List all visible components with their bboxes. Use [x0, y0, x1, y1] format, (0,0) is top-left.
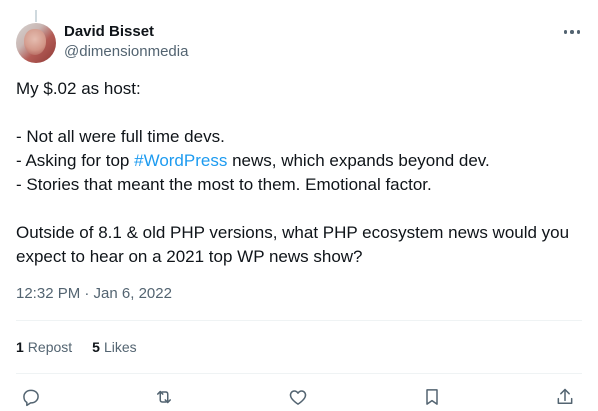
heart-icon: [289, 390, 307, 405]
more-horizontal-icon: [563, 30, 568, 34]
more-dot-3: [576, 30, 581, 34]
avatar[interactable]: [16, 23, 56, 63]
like-button[interactable]: [286, 385, 310, 409]
tweet-stats: 1 Repost 5 Likes: [16, 338, 157, 356]
more-options-button[interactable]: [560, 22, 584, 42]
share-button[interactable]: [553, 385, 577, 409]
divider-bottom: [16, 373, 582, 374]
likes-label: Likes: [103, 339, 137, 355]
reply-button[interactable]: [19, 385, 43, 409]
author-name[interactable]: David Bisset: [64, 23, 154, 41]
reposts-count: 1: [16, 339, 24, 355]
repost-icon: [157, 390, 171, 404]
bookmark-button[interactable]: [420, 385, 444, 409]
thread-connector-line: [35, 10, 37, 22]
tweet-text: My $.02 as host: - Not all were full tim…: [16, 77, 586, 269]
likes-stat[interactable]: 5 Likes: [92, 338, 136, 356]
more-dot-2: [570, 30, 574, 34]
reply-icon: [23, 389, 39, 407]
likes-count: 5: [92, 339, 100, 355]
reposts-stat[interactable]: 1 Repost: [16, 338, 72, 356]
reposts-label: Repost: [27, 339, 73, 355]
author-handle[interactable]: @dimensionmedia: [64, 43, 188, 61]
tweet-timestamp[interactable]: 12:32 PM · Jan 6, 2022: [16, 285, 172, 303]
divider-top: [16, 320, 582, 321]
tweet-actions-bar: [16, 385, 582, 411]
hashtag-link[interactable]: #WordPress: [134, 151, 227, 170]
repost-button[interactable]: [152, 385, 176, 409]
share-icon: [557, 388, 573, 404]
bookmark-icon: [426, 389, 438, 405]
